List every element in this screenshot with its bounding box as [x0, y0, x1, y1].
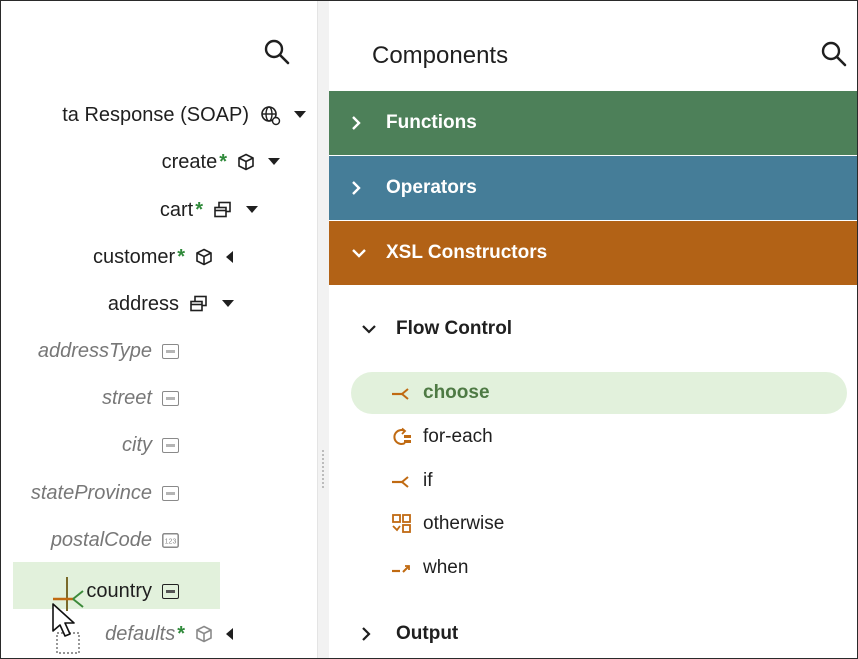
panel-splitter[interactable] [317, 1, 329, 658]
tree-node-label: address [107, 292, 179, 315]
required-marker: * [177, 245, 185, 268]
tree-leaf-country[interactable]: country [86, 575, 179, 607]
tree-leaf-stateprovince[interactable]: stateProvince [31, 477, 179, 509]
caret-down-icon[interactable] [293, 110, 307, 120]
windows-icon [213, 201, 233, 219]
tree-node-response[interactable]: ta Response (SOAP) [62, 99, 307, 131]
section-output[interactable]: Output [329, 620, 458, 648]
tree-leaf-city[interactable]: city [122, 429, 179, 461]
tree-node-label: defaults [105, 622, 176, 645]
caret-left-icon[interactable] [225, 627, 235, 641]
search-icon[interactable] [262, 37, 292, 67]
tree-node-label: street [101, 386, 152, 409]
tree-node-label: city [122, 433, 152, 456]
tree-node-address[interactable]: address [108, 288, 235, 320]
chevron-right-icon [350, 114, 372, 132]
component-for-each[interactable]: for-each [351, 416, 847, 458]
tree-node-label: create [161, 150, 218, 173]
target-tree-panel: ta Response (SOAP) create * cart * custo… [1, 1, 317, 658]
tree-node-label: addressType [37, 339, 152, 362]
globe-icon [259, 104, 281, 126]
abc-icon [162, 437, 179, 453]
abc-icon [162, 583, 179, 599]
category-functions[interactable]: Functions [329, 91, 857, 155]
cube-icon [195, 248, 213, 266]
tree-node-label: customer [92, 245, 176, 268]
components-title: Components [372, 42, 509, 69]
tree-node-label: stateProvince [30, 481, 152, 504]
section-flow-control[interactable]: Flow Control [329, 315, 512, 343]
section-label: Flow Control [396, 318, 513, 339]
component-if[interactable]: if [351, 460, 847, 502]
component-label: when [423, 557, 469, 578]
tree-node-label: cart [159, 198, 194, 221]
chevron-right-icon [360, 625, 382, 643]
component-label: if [423, 470, 433, 491]
splitter-grip[interactable] [321, 449, 325, 489]
component-label: for-each [423, 426, 493, 447]
components-panel: Components Functions Operators XSL Const… [329, 1, 857, 658]
abc-icon [162, 390, 179, 406]
tree-node-defaults[interactable]: defaults * [105, 618, 235, 650]
choose-icon [391, 384, 413, 402]
tree-node-label: ta Response (SOAP) [62, 103, 249, 126]
chevron-down-icon [360, 323, 382, 335]
caret-down-icon[interactable] [221, 299, 235, 309]
tree-leaf-postalcode[interactable]: postalCode 123 [51, 524, 179, 556]
required-marker: * [219, 150, 227, 173]
component-label: choose [423, 382, 490, 403]
svg-text:123: 123 [165, 538, 177, 545]
category-label: Operators [386, 177, 477, 198]
component-otherwise[interactable]: otherwise [351, 503, 847, 545]
for-each-icon [391, 427, 413, 447]
number-icon: 123 [162, 532, 179, 548]
cube-icon [237, 153, 255, 171]
cube-icon [195, 625, 213, 643]
section-label: Output [396, 623, 459, 644]
abc-icon [162, 485, 179, 501]
category-label: Functions [386, 112, 477, 133]
category-operators[interactable]: Operators [329, 156, 857, 220]
mapper-window: ta Response (SOAP) create * cart * custo… [0, 0, 858, 659]
tree-leaf-addresstype[interactable]: addressType [38, 335, 179, 367]
otherwise-icon [391, 513, 413, 535]
chevron-down-icon [350, 247, 372, 259]
if-icon [391, 472, 413, 490]
category-xsl-constructors[interactable]: XSL Constructors [329, 221, 857, 285]
search-icon[interactable] [819, 39, 849, 69]
windows-icon [189, 295, 209, 313]
required-marker: * [195, 198, 203, 221]
component-choose[interactable]: choose [351, 372, 847, 414]
tree-node-create[interactable]: create * [162, 146, 281, 178]
component-when[interactable]: when [351, 547, 847, 589]
tree-node-customer[interactable]: customer * [93, 241, 235, 273]
caret-down-icon[interactable] [245, 205, 259, 215]
when-icon [391, 559, 413, 577]
caret-down-icon[interactable] [267, 157, 281, 167]
tree-leaf-street[interactable]: street [102, 382, 179, 414]
tree-node-label: country [86, 579, 152, 602]
caret-left-icon[interactable] [225, 250, 235, 264]
required-marker: * [177, 622, 185, 645]
category-label: XSL Constructors [386, 242, 548, 263]
mouse-pointer-icon [51, 603, 91, 658]
tree-node-label: postalCode [50, 528, 152, 551]
abc-icon [162, 343, 179, 359]
tree-node-cart[interactable]: cart * [160, 194, 259, 226]
chevron-right-icon [350, 179, 372, 197]
component-label: otherwise [423, 513, 505, 534]
